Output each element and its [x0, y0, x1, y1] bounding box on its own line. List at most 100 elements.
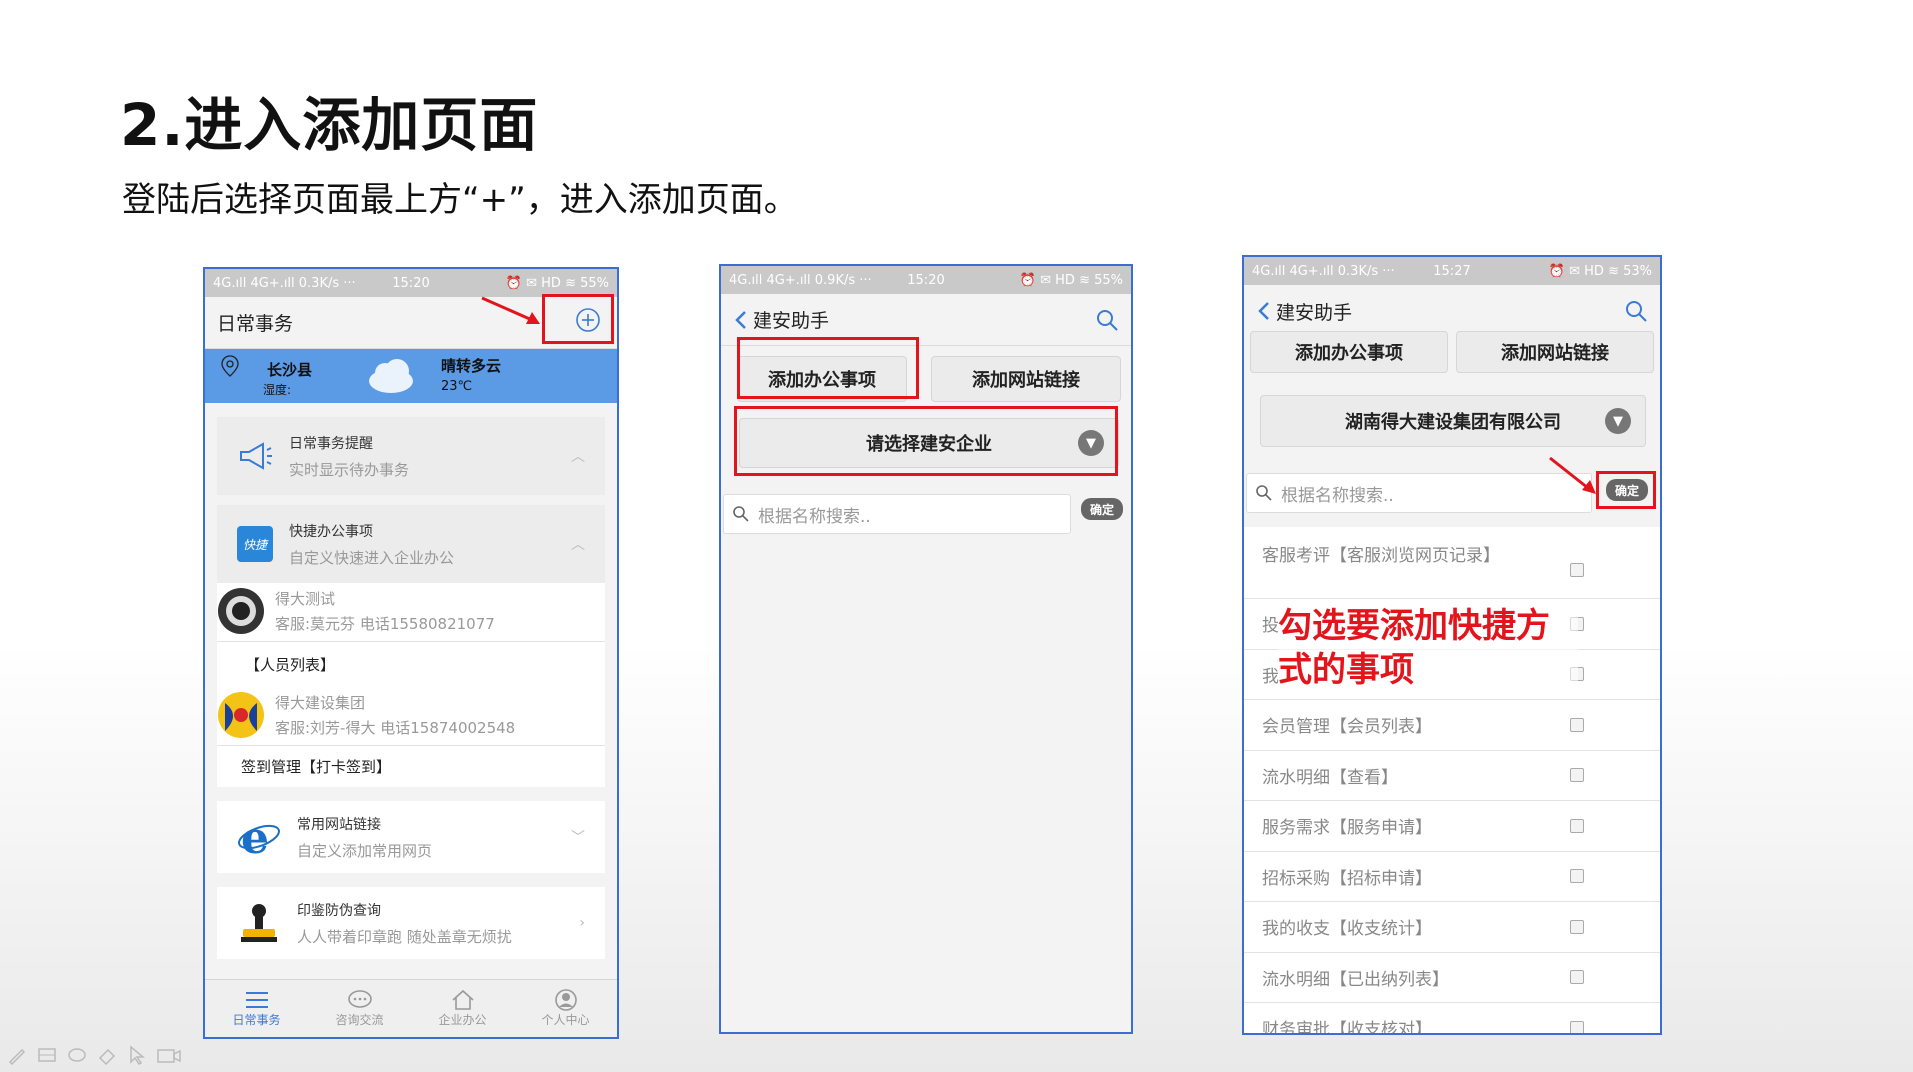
camera-icon[interactable] [156, 1044, 182, 1066]
status-bar: 4G.ıll 4G+.ıll 0.9K/s ··· 15:20 ⏰ ✉ HD ≋… [721, 266, 1131, 294]
item-label: 招标采购【招标申请】 [1262, 868, 1432, 889]
list-item[interactable]: 得大建设集团 客服:刘芳-得大 电话15874002548 [217, 687, 605, 746]
chat-icon[interactable] [66, 1044, 88, 1066]
add-website-link-button[interactable]: 添加网站链接 [931, 356, 1121, 402]
list-item[interactable]: 流水明细【已出纳列表】 [1244, 953, 1660, 1003]
chevron-down-icon: ▼ [1078, 430, 1104, 456]
seal-section[interactable]: 印鉴防伪查询 人人带着印章跑 随处盖章无烦扰 › [217, 887, 605, 959]
quick-section[interactable]: 快捷 快捷办公事项 自定义快速进入企业办公 ︿ [217, 505, 605, 583]
item-checkbox[interactable] [1570, 717, 1584, 732]
annotation-text: 勾选要添加快捷方式的事项 [1278, 604, 1578, 692]
list-item[interactable]: 服务需求【服务申请】 [1244, 801, 1660, 852]
weather-humidity: 湿度: [263, 383, 292, 397]
item-checkbox[interactable] [1570, 768, 1584, 783]
search-input[interactable]: 根据名称搜索.. [723, 494, 1071, 534]
search-icon[interactable] [1624, 299, 1648, 323]
item-checkbox[interactable] [1570, 1020, 1584, 1033]
item-checkbox[interactable] [1570, 818, 1584, 833]
nav-bar: 日常事务 [205, 297, 617, 349]
weather-location: 长沙县 [267, 361, 313, 379]
status-battery: ⏰ ✉ HD ≋ 53% [1548, 263, 1652, 279]
item-checkbox[interactable] [1570, 869, 1584, 884]
item-label: 流水明细【查看】 [1262, 767, 1398, 788]
company-select[interactable]: 请选择建安企业 ▼ [739, 418, 1119, 468]
tab-label: 日常事务 [232, 1013, 281, 1027]
item-label: 我的收支【收支统计】 [1262, 919, 1432, 940]
weather-banner[interactable]: 长沙县 湿度: 晴转多云 23℃ [205, 349, 617, 403]
reminder-title: 日常事务提醒 [289, 435, 373, 452]
tab-daily[interactable]: 日常事务 [205, 980, 308, 1037]
tab-profile[interactable]: 个人中心 [514, 980, 617, 1037]
add-button[interactable] [575, 307, 601, 338]
status-network: 4G.ıll 4G+.ıll 0.3K/s ··· [213, 275, 356, 291]
search-placeholder: 根据名称搜索.. [1281, 485, 1394, 506]
add-website-link-button[interactable]: 添加网站链接 [1456, 331, 1654, 373]
phone-add-page: 4G.ıll 4G+.ıll 0.9K/s ··· 15:20 ⏰ ✉ HD ≋… [719, 264, 1133, 1034]
nav-bar: 建安助手 [1244, 285, 1660, 337]
location-pin-icon [221, 355, 239, 377]
slide-title: 2.进入添加页面 [120, 91, 539, 159]
list-item[interactable]: 会员管理【会员列表】 [1244, 700, 1660, 751]
quick-items-list: 得大测试 客服:莫元芬 电话15580821077 【人员列表】 得大建设集团 … [217, 583, 605, 787]
cursor-icon[interactable] [126, 1044, 148, 1066]
chevron-down-icon: ﹀ [571, 830, 585, 846]
tab-label: 咨询交流 [335, 1013, 384, 1027]
list-item[interactable]: 签到管理【打卡签到】 [217, 746, 605, 787]
add-office-item-button[interactable]: 添加办公事项 [1250, 331, 1448, 373]
annotation-arrow-icon [1549, 456, 1596, 494]
chevron-left-icon [1258, 302, 1269, 320]
phone-home-screen: 4G.ıll 4G+.ıll 0.3K/s ··· 15:20 ⏰ ✉ HD ≋… [203, 267, 619, 1039]
page-title: 日常事务 [217, 313, 294, 335]
chevron-up-icon: ︿ [571, 537, 585, 553]
list-item[interactable]: 【人员列表】 [217, 642, 605, 687]
tab-label: 个人中心 [541, 1013, 590, 1027]
list-item[interactable]: 客服考评【客服浏览网页记录】 [1244, 527, 1660, 599]
status-network: 4G.ıll 4G+.ıll 0.9K/s ··· [729, 272, 872, 288]
list-item[interactable]: 我的收支【收支统计】 [1244, 902, 1660, 953]
chevron-left-icon [735, 310, 746, 329]
item-label: 我 [1262, 666, 1279, 687]
megaphone-icon [240, 442, 272, 470]
add-office-item-button[interactable]: 添加办公事项 [737, 356, 907, 402]
item-checkbox[interactable] [1570, 919, 1584, 934]
item-checkbox[interactable] [1570, 562, 1584, 577]
search-icon[interactable] [1095, 308, 1119, 332]
status-battery: ⏰ ✉ HD ≋ 55% [505, 275, 609, 291]
pen-icon[interactable] [6, 1044, 28, 1066]
back-button[interactable]: 建安助手 [1256, 298, 1352, 325]
grid-icon[interactable] [36, 1044, 58, 1066]
quick-badge-icon: 快捷 [237, 526, 273, 562]
search-icon [1256, 485, 1272, 501]
plus-circle-icon [576, 308, 600, 332]
company-select-label: 请选择建安企业 [866, 434, 992, 455]
item-checkbox[interactable] [1570, 970, 1584, 985]
confirm-button[interactable]: 确定 [1081, 498, 1123, 520]
reminder-section[interactable]: 日常事务提醒 实时显示待办事务 ︿ [217, 417, 605, 495]
list-item[interactable]: 招标采购【招标申请】 [1244, 852, 1660, 902]
item-detail: 客服:刘芳-得大 电话15874002548 [275, 719, 516, 737]
search-input[interactable]: 根据名称搜索.. [1246, 473, 1592, 513]
seal-subtitle: 人人带着印章跑 随处盖章无烦扰 [297, 927, 512, 946]
list-item[interactable]: 财务审批【收支核对】 [1244, 1003, 1660, 1035]
item-label: 服务需求【服务申请】 [1262, 818, 1432, 839]
tab-chat[interactable]: 咨询交流 [308, 980, 411, 1037]
confirm-button[interactable]: 确定 [1606, 479, 1648, 501]
page-title: 建安助手 [753, 310, 830, 332]
eraser-icon[interactable] [96, 1044, 118, 1066]
status-network: 4G.ıll 4G+.ıll 0.3K/s ··· [1252, 263, 1395, 279]
chevron-right-icon: › [579, 915, 585, 931]
item-name: 得大建设集团 [275, 694, 366, 712]
search-placeholder: 根据名称搜索.. [758, 506, 871, 527]
menu-icon [245, 992, 268, 1008]
item-name: 得大测试 [275, 590, 336, 608]
company-select[interactable]: 湖南得大建设集团有限公司 ▼ [1260, 395, 1646, 447]
reminder-subtitle: 实时显示待办事务 [289, 460, 410, 479]
tab-office[interactable]: 企业办公 [411, 980, 514, 1037]
annotation-arrow-icon [481, 296, 540, 324]
links-section[interactable]: e 常用网站链接 自定义添加常用网页 ﹀ [217, 801, 605, 873]
back-button[interactable]: 建安助手 [733, 306, 829, 333]
list-item[interactable]: 流水明细【查看】 [1244, 751, 1660, 801]
list-item[interactable]: 得大测试 客服:莫元芬 电话15580821077 [217, 583, 605, 642]
browser-e-icon: e [238, 815, 280, 859]
item-label: 财务审批【收支核对】 [1262, 1020, 1432, 1035]
